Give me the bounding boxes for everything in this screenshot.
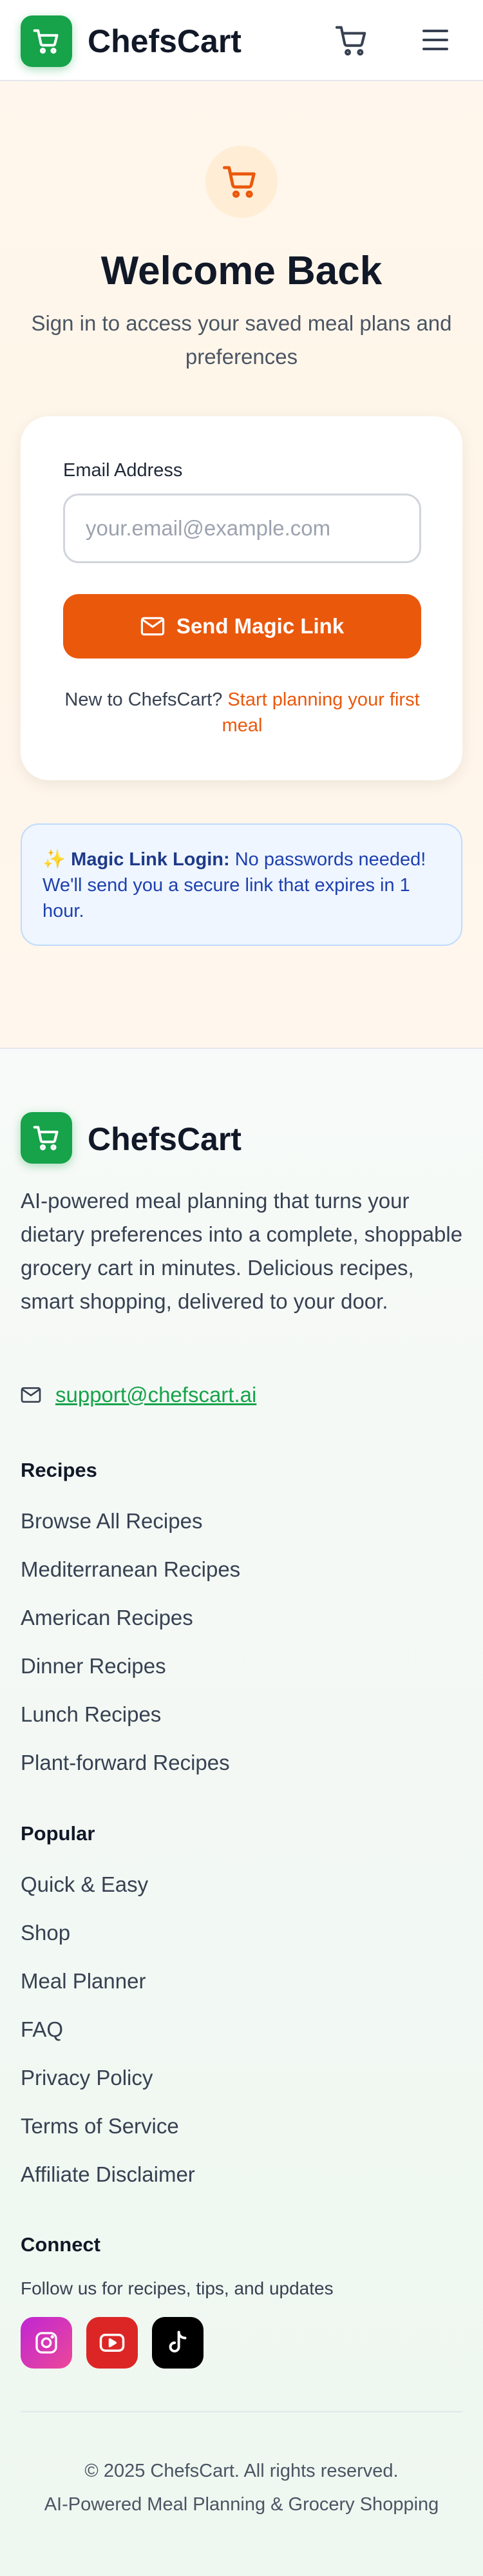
signup-prefix: New to ChefsCart? xyxy=(64,689,228,710)
email-field[interactable] xyxy=(63,494,421,563)
login-section: Welcome Back Sign in to access your save… xyxy=(0,81,483,1048)
footer-link-shop[interactable]: Shop xyxy=(21,1919,407,1968)
footer-link-lunch-recipes[interactable]: Lunch Recipes xyxy=(21,1701,407,1749)
mail-icon xyxy=(21,1387,41,1403)
page-subtitle: Sign in to access your saved meal plans … xyxy=(31,311,452,369)
send-magic-link-button[interactable]: Send Magic Link xyxy=(63,594,421,658)
connect-text: Follow us for recipes, tips, and updates xyxy=(21,2278,334,2298)
cart-button[interactable] xyxy=(335,24,371,57)
signup-prompt: New to ChefsCart? Start planning your fi… xyxy=(63,687,421,738)
connect-heading: Connect xyxy=(21,2233,100,2256)
copyright: © 2025 ChefsCart. All rights reserved. xyxy=(84,2461,399,2481)
hamburger-menu-icon xyxy=(422,30,448,50)
logo-button[interactable] xyxy=(21,15,72,67)
mail-icon xyxy=(140,617,164,636)
tiktok-icon xyxy=(169,2331,187,2353)
instagram-button[interactable] xyxy=(21,2317,72,2369)
footer-link-dinner-recipes[interactable]: Dinner Recipes xyxy=(21,1653,407,1701)
magic-link-notice: ✨ Magic Link Login: No passwords needed!… xyxy=(21,823,462,946)
footer-divider xyxy=(21,2411,462,2412)
recipes-links: Browse All Recipes Mediterranean Recipes… xyxy=(21,1508,407,1798)
notice-title: Magic Link Login: xyxy=(71,849,230,870)
youtube-button[interactable] xyxy=(86,2317,138,2369)
youtube-icon xyxy=(99,2334,125,2352)
footer-link-terms-of-service[interactable]: Terms of Service xyxy=(21,2113,407,2161)
support-email-link[interactable]: support@chefscart.ai xyxy=(55,1383,256,1407)
footer-logo xyxy=(21,1112,72,1164)
popular-links: Quick & Easy Shop Meal Planner FAQ Priva… xyxy=(21,1871,407,2209)
footer-link-faq[interactable]: FAQ xyxy=(21,2016,407,2064)
email-label: Email Address xyxy=(63,460,183,481)
footer-link-mediterranean-recipes[interactable]: Mediterranean Recipes xyxy=(21,1556,407,1604)
footer-description: AI-powered meal planning that turns your… xyxy=(21,1189,463,1313)
footer-link-plant-forward-recipes[interactable]: Plant-forward Recipes xyxy=(21,1749,407,1798)
page-title: Welcome Back xyxy=(100,249,383,293)
footer-link-browse-all-recipes[interactable]: Browse All Recipes xyxy=(21,1508,407,1556)
tiktok-button[interactable] xyxy=(152,2317,204,2369)
shopping-cart-icon xyxy=(33,29,59,54)
hero-icon-circle xyxy=(205,146,278,218)
recipes-heading: Recipes xyxy=(21,1459,97,1481)
social-links xyxy=(21,2317,218,2369)
footer-link-affiliate-disclaimer[interactable]: Affiliate Disclaimer xyxy=(21,2161,407,2209)
support-email-row: support@chefscart.ai xyxy=(21,1383,256,1407)
site-footer: ChefsCart AI-powered meal planning that … xyxy=(0,1048,483,2576)
footer-link-quick-easy[interactable]: Quick & Easy xyxy=(21,1871,407,1919)
footer-link-meal-planner[interactable]: Meal Planner xyxy=(21,1968,407,2016)
footer-link-american-recipes[interactable]: American Recipes xyxy=(21,1604,407,1653)
shopping-cart-icon xyxy=(223,166,256,198)
instagram-icon xyxy=(35,2332,57,2354)
login-card: Email Address Send Magic Link New to Che… xyxy=(21,416,462,780)
popular-heading: Popular xyxy=(21,1822,95,1845)
signup-link[interactable]: Start planning your first meal xyxy=(222,689,420,736)
footer-link-privacy-policy[interactable]: Privacy Policy xyxy=(21,2064,407,2113)
brand-name[interactable]: ChefsCart xyxy=(88,22,242,61)
shopping-cart-icon xyxy=(335,26,366,56)
footer-brand: ChefsCart xyxy=(88,1121,242,1157)
shopping-cart-icon xyxy=(33,1126,59,1151)
site-header: ChefsCart xyxy=(0,0,483,81)
sparkles-icon: ✨ xyxy=(43,849,66,870)
footer-tagline: AI-Powered Meal Planning & Grocery Shopp… xyxy=(44,2494,439,2515)
send-magic-link-label: Send Magic Link xyxy=(176,614,345,638)
menu-button[interactable] xyxy=(421,27,450,53)
